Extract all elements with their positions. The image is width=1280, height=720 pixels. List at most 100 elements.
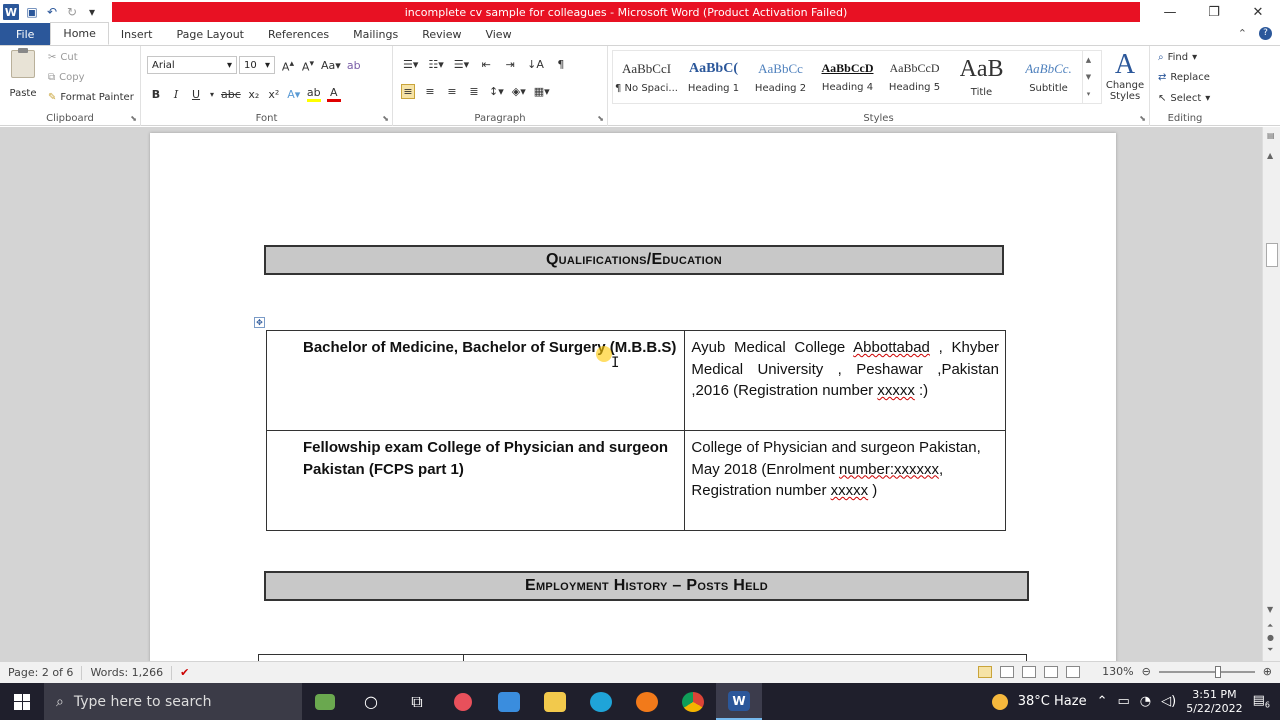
full-screen-reading-icon[interactable] bbox=[1000, 665, 1015, 678]
document-page[interactable]: Qualifications/Education ✥ Bachelor of M… bbox=[150, 133, 1116, 661]
cut-button[interactable]: ✂ Cut bbox=[48, 52, 78, 63]
chevron-down-icon[interactable]: ▾ bbox=[209, 90, 215, 99]
network-icon[interactable]: ◔ bbox=[1140, 694, 1151, 709]
more-styles-icon[interactable]: ▾ bbox=[1087, 90, 1091, 98]
change-case-icon[interactable]: Aa▾ bbox=[321, 59, 341, 72]
style-no-spacing[interactable]: AaBbCcI ¶ No Spaci... bbox=[613, 51, 680, 103]
tab-view[interactable]: View bbox=[473, 23, 523, 45]
widgets-icon[interactable] bbox=[302, 683, 348, 720]
style-heading-4[interactable]: AaBbCcD Heading 4 bbox=[814, 51, 881, 103]
draft-view-icon[interactable] bbox=[1066, 665, 1081, 678]
degree-cell[interactable]: Fellowship exam College of Physician and… bbox=[265, 430, 686, 531]
scroll-thumb[interactable] bbox=[1266, 243, 1278, 267]
select-button[interactable]: ↖ Select ▾ bbox=[1158, 93, 1210, 104]
document-area[interactable]: Qualifications/Education ✥ Bachelor of M… bbox=[0, 127, 1262, 661]
employment-table[interactable] bbox=[258, 654, 1027, 661]
chevron-up-icon[interactable]: ⌃ bbox=[1097, 694, 1108, 709]
sort-icon[interactable]: ↓A bbox=[527, 58, 544, 71]
table-move-handle-icon[interactable]: ✥ bbox=[254, 317, 265, 328]
text-effects-icon[interactable]: A▾ bbox=[287, 88, 301, 101]
weather-icon[interactable] bbox=[991, 693, 1008, 710]
cortana-icon[interactable]: ○ bbox=[348, 683, 394, 720]
styles-gallery-scroll[interactable]: ▲ ▼ ▾ bbox=[1082, 51, 1094, 103]
align-right-icon[interactable]: ≡ bbox=[445, 85, 459, 98]
minimize-ribbon-icon[interactable]: ⌃ bbox=[1238, 27, 1247, 40]
ruler-toggle-icon[interactable]: ▤ bbox=[1267, 131, 1275, 140]
style-heading-5[interactable]: AaBbCcD Heading 5 bbox=[881, 51, 948, 103]
underline-button[interactable]: U bbox=[189, 88, 203, 101]
battery-icon[interactable]: ▭ bbox=[1117, 694, 1129, 709]
format-painter-button[interactable]: ✎ Format Painter bbox=[48, 92, 134, 103]
weather-text[interactable]: 38°C Haze bbox=[1018, 694, 1087, 709]
save-icon[interactable]: ▣ bbox=[25, 5, 39, 19]
increase-indent-icon[interactable]: ⇥ bbox=[503, 58, 517, 71]
decrease-indent-icon[interactable]: ⇤ bbox=[479, 58, 493, 71]
help-icon[interactable]: ? bbox=[1259, 27, 1272, 40]
numbering-icon[interactable]: ☷▾ bbox=[428, 58, 443, 71]
customize-qat-icon[interactable]: ▾ bbox=[85, 5, 99, 19]
scroll-down-icon[interactable]: ▼ bbox=[1086, 73, 1091, 81]
replace-button[interactable]: ⇄ Replace bbox=[1158, 72, 1210, 83]
notifications-icon[interactable]: ▤6 bbox=[1253, 693, 1270, 710]
undo-icon[interactable]: ↶ bbox=[45, 5, 59, 19]
bold-button[interactable]: B bbox=[149, 88, 163, 101]
align-center-icon[interactable]: ≡ bbox=[423, 85, 437, 98]
zoom-level[interactable]: 130% bbox=[1102, 665, 1133, 678]
scroll-down-icon[interactable]: ▼ bbox=[1267, 605, 1273, 614]
strikethrough-button[interactable]: abc bbox=[221, 88, 241, 101]
copy-button[interactable]: ⧉ Copy bbox=[48, 72, 85, 83]
web-layout-icon[interactable] bbox=[1022, 665, 1037, 678]
clock[interactable]: 3:51 PM 5/22/2022 bbox=[1186, 688, 1242, 716]
shrink-font-icon[interactable]: A▾ bbox=[301, 58, 315, 74]
zoom-slider-knob[interactable] bbox=[1214, 665, 1221, 678]
multilevel-list-icon[interactable]: ☰▾ bbox=[454, 58, 469, 71]
print-layout-view-icon[interactable] bbox=[978, 665, 993, 678]
tab-home[interactable]: Home bbox=[50, 22, 109, 45]
justify-icon[interactable]: ≣ bbox=[467, 85, 481, 98]
tab-page-layout[interactable]: Page Layout bbox=[164, 23, 256, 45]
style-heading-1[interactable]: AaBbC( Heading 1 bbox=[680, 51, 747, 103]
font-name-dropdown[interactable]: Arial ▾ bbox=[147, 56, 237, 74]
bullets-icon[interactable]: ☰▾ bbox=[403, 58, 418, 71]
screen-recorder-icon[interactable] bbox=[440, 683, 486, 720]
paragraph-launcher-icon[interactable]: ⬊ bbox=[597, 114, 604, 123]
subscript-button[interactable]: x₂ bbox=[247, 88, 261, 101]
shading-icon[interactable]: ◈▾ bbox=[512, 85, 526, 98]
superscript-button[interactable]: x² bbox=[267, 88, 281, 101]
word-app-icon[interactable]: W bbox=[3, 4, 19, 20]
firefox-icon[interactable] bbox=[624, 683, 670, 720]
zoom-slider[interactable] bbox=[1158, 665, 1255, 678]
font-size-dropdown[interactable]: 10 ▾ bbox=[239, 56, 275, 74]
task-view-icon[interactable]: ⧉ bbox=[394, 683, 440, 720]
highlight-icon[interactable]: ab bbox=[306, 86, 321, 102]
vertical-scrollbar[interactable]: ▤ ▲ ▼ ⏶ ● ⏷ bbox=[1262, 127, 1280, 661]
tab-file[interactable]: File bbox=[0, 23, 51, 45]
employment-heading[interactable]: Employment History – Posts Held bbox=[264, 571, 1029, 601]
italic-button[interactable]: I bbox=[169, 88, 183, 101]
scroll-up-icon[interactable]: ▲ bbox=[1086, 56, 1091, 64]
institution-cell[interactable]: Ayub Medical College Abbottabad , Khyber… bbox=[684, 330, 1006, 431]
grow-font-icon[interactable]: A▴ bbox=[281, 58, 295, 74]
font-color-icon[interactable]: A bbox=[326, 86, 341, 102]
previous-page-icon[interactable]: ⏶ bbox=[1267, 621, 1273, 631]
degree-cell[interactable]: Bachelor of Medicine, Bachelor of Surger… bbox=[265, 330, 686, 431]
show-formatting-button[interactable]: ¶ bbox=[554, 58, 568, 71]
scroll-up-icon[interactable]: ▲ bbox=[1267, 151, 1273, 160]
minimize-button[interactable]: — bbox=[1148, 0, 1192, 24]
borders-icon[interactable]: ▦▾ bbox=[534, 85, 550, 98]
institution-cell[interactable]: College of Physician and surgeon Pakista… bbox=[684, 430, 1006, 531]
browse-object-icon[interactable]: ● bbox=[1267, 633, 1274, 642]
qualifications-heading[interactable]: Qualifications/Education bbox=[264, 245, 1004, 275]
edge-icon[interactable] bbox=[578, 683, 624, 720]
font-launcher-icon[interactable]: ⬊ bbox=[382, 114, 389, 123]
word-count[interactable]: Words: 1,266 bbox=[82, 665, 173, 680]
tab-review[interactable]: Review bbox=[410, 23, 473, 45]
chrome-icon[interactable] bbox=[670, 683, 716, 720]
store-icon[interactable] bbox=[486, 683, 532, 720]
taskbar-search[interactable]: ⌕ Type here to search bbox=[44, 683, 302, 720]
style-heading-2[interactable]: AaBbCc Heading 2 bbox=[747, 51, 814, 103]
style-title[interactable]: AaB Title bbox=[948, 51, 1015, 103]
tab-mailings[interactable]: Mailings bbox=[341, 23, 410, 45]
file-explorer-icon[interactable] bbox=[532, 683, 578, 720]
styles-launcher-icon[interactable]: ⬊ bbox=[1139, 114, 1146, 123]
